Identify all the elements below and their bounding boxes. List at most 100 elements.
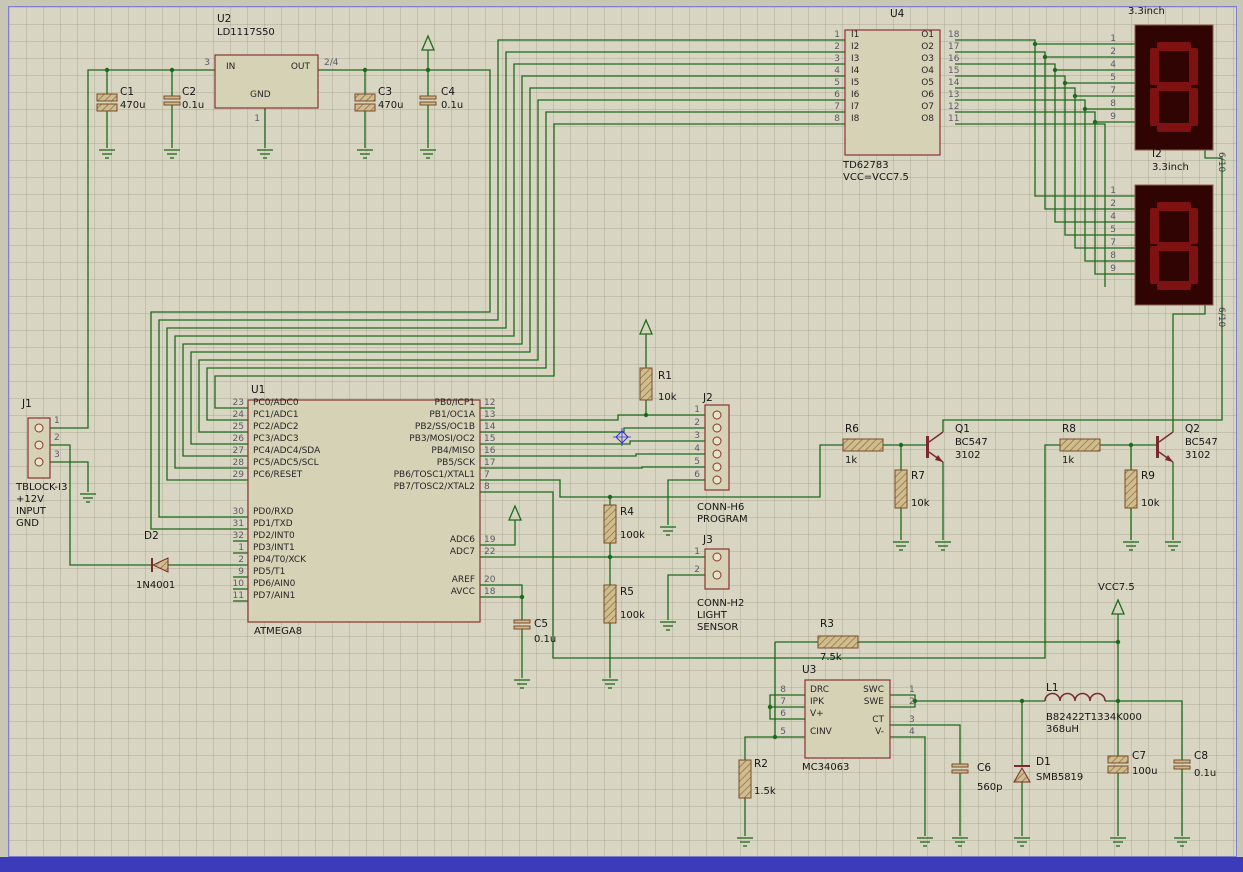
part-ref: L1 xyxy=(1046,682,1059,694)
wire[interactable] xyxy=(480,444,1060,659)
u1-pin-number: 22 xyxy=(484,547,496,557)
u4-pin-number: 12 xyxy=(948,102,960,112)
u1-pin-name: PB3/MOSI/OC2 xyxy=(409,434,475,444)
connector-j2[interactable] xyxy=(704,404,730,491)
resistor-r1[interactable] xyxy=(639,367,653,401)
capacitor-c4[interactable] xyxy=(419,95,437,106)
part-ref: J3 xyxy=(703,534,713,546)
u4-pin-name: O8 xyxy=(921,114,934,124)
u3-pin-name: IPK xyxy=(810,697,824,707)
capacitor-c3[interactable] xyxy=(354,93,376,112)
part-ref: R7 xyxy=(911,470,925,482)
j2-pin-number: 4 xyxy=(694,444,700,454)
wire[interactable] xyxy=(44,444,152,566)
part-ref: J2 xyxy=(703,392,713,404)
part-ref: C4 xyxy=(441,86,456,98)
ground-icon xyxy=(659,621,677,631)
power-arrow-icon xyxy=(421,35,435,51)
wire[interactable] xyxy=(744,736,805,760)
resistor-r8[interactable] xyxy=(1059,438,1101,452)
u1-pin-number: 12 xyxy=(484,398,496,408)
diode-d1[interactable] xyxy=(1013,765,1031,783)
resistor-r4[interactable] xyxy=(603,504,617,544)
u4-pin-number: 1 xyxy=(834,30,840,40)
resistor-r7[interactable] xyxy=(894,469,908,509)
part-ref: D1 xyxy=(1036,756,1051,768)
transistor-q2[interactable] xyxy=(1156,431,1174,463)
u2-pin-number: 2/4 xyxy=(324,58,339,68)
wire[interactable] xyxy=(955,123,1106,287)
wire[interactable] xyxy=(480,453,712,457)
j2-pin-number: 1 xyxy=(694,405,700,415)
inductor-l1[interactable] xyxy=(1044,692,1106,702)
part-value: 1k xyxy=(1062,455,1075,466)
j1-pin-number: 3 xyxy=(54,450,60,460)
wire[interactable] xyxy=(190,87,845,445)
part-value: 3.3inch xyxy=(1128,6,1165,17)
part-value: SMB5819 xyxy=(1036,772,1084,783)
connector-j3[interactable] xyxy=(704,548,730,590)
ground-icon xyxy=(79,493,97,503)
wire[interactable] xyxy=(206,111,845,421)
u4-pin-number: 6 xyxy=(834,90,840,100)
ground-icon xyxy=(356,149,374,159)
disp2-pin-number: 9 xyxy=(1110,264,1116,274)
part-value: 0.1u xyxy=(182,100,205,111)
capacitor-c7[interactable] xyxy=(1107,755,1129,774)
u4-pin-name: I2 xyxy=(851,42,860,52)
part-value: 1N4001 xyxy=(136,580,176,591)
wire[interactable] xyxy=(480,466,712,469)
u1-pin-name: PD0/RXD xyxy=(253,507,294,517)
u4-pin-name: I8 xyxy=(851,114,860,124)
resistor-r2[interactable] xyxy=(738,759,752,799)
resistor-r6[interactable] xyxy=(842,438,884,452)
ground-icon xyxy=(892,541,910,551)
transistor-q1[interactable] xyxy=(926,431,944,463)
wire[interactable] xyxy=(480,414,712,421)
part-value: TD62783 xyxy=(843,160,889,171)
u3-pin-name: V+ xyxy=(810,709,824,719)
part-ref: Q1 xyxy=(955,423,970,435)
ground-icon xyxy=(98,149,116,159)
ground-icon xyxy=(419,149,437,159)
u3-pin-name: SWE xyxy=(863,697,884,707)
connector-j1[interactable] xyxy=(27,417,51,479)
ground-icon xyxy=(1173,837,1191,847)
u4-pin-name: O2 xyxy=(921,42,934,52)
net-label: INPUT xyxy=(16,506,46,517)
capacitor-c5[interactable] xyxy=(513,619,531,630)
u1-pin-number: 18 xyxy=(484,587,496,597)
seven-segment-display-2[interactable] xyxy=(1134,184,1214,306)
capacitor-c1[interactable] xyxy=(96,93,118,112)
resistor-r9[interactable] xyxy=(1124,469,1138,509)
u4-pin-name: I3 xyxy=(851,54,860,64)
part-function: SENSOR xyxy=(697,622,739,633)
wire[interactable] xyxy=(1172,305,1206,432)
diode-d2[interactable] xyxy=(151,557,169,573)
u4-pin-name: I4 xyxy=(851,66,860,76)
wire[interactable] xyxy=(1118,700,1183,760)
capacitor-c8[interactable] xyxy=(1173,759,1191,770)
wire[interactable] xyxy=(480,427,712,433)
resistor-r5[interactable] xyxy=(603,584,617,624)
seven-segment-display-1[interactable] xyxy=(1134,24,1214,151)
capacitor-c6[interactable] xyxy=(951,763,969,774)
capacitor-c2[interactable] xyxy=(163,95,181,106)
wire[interactable] xyxy=(44,69,215,429)
wire[interactable] xyxy=(480,444,843,498)
wire[interactable] xyxy=(890,736,926,836)
disp2-pin-number: 8 xyxy=(1110,251,1116,261)
part-value: 100k xyxy=(620,610,645,621)
part-ref: C6 xyxy=(977,762,992,774)
u4-pin-name: I5 xyxy=(851,78,860,88)
part-ref: C8 xyxy=(1194,750,1209,762)
u4-pin-number: 2 xyxy=(834,42,840,52)
resistor-r3[interactable] xyxy=(817,635,859,649)
disp2-pin-number: 1 xyxy=(1110,186,1116,196)
part-ref: C3 xyxy=(378,86,393,98)
u1-pin-name: PD4/T0/XCK xyxy=(253,555,307,565)
wire[interactable] xyxy=(480,440,712,445)
part-value: 100k xyxy=(620,530,645,541)
part-ref: U2 xyxy=(217,13,232,25)
u3-pin-name: CT xyxy=(872,715,884,725)
